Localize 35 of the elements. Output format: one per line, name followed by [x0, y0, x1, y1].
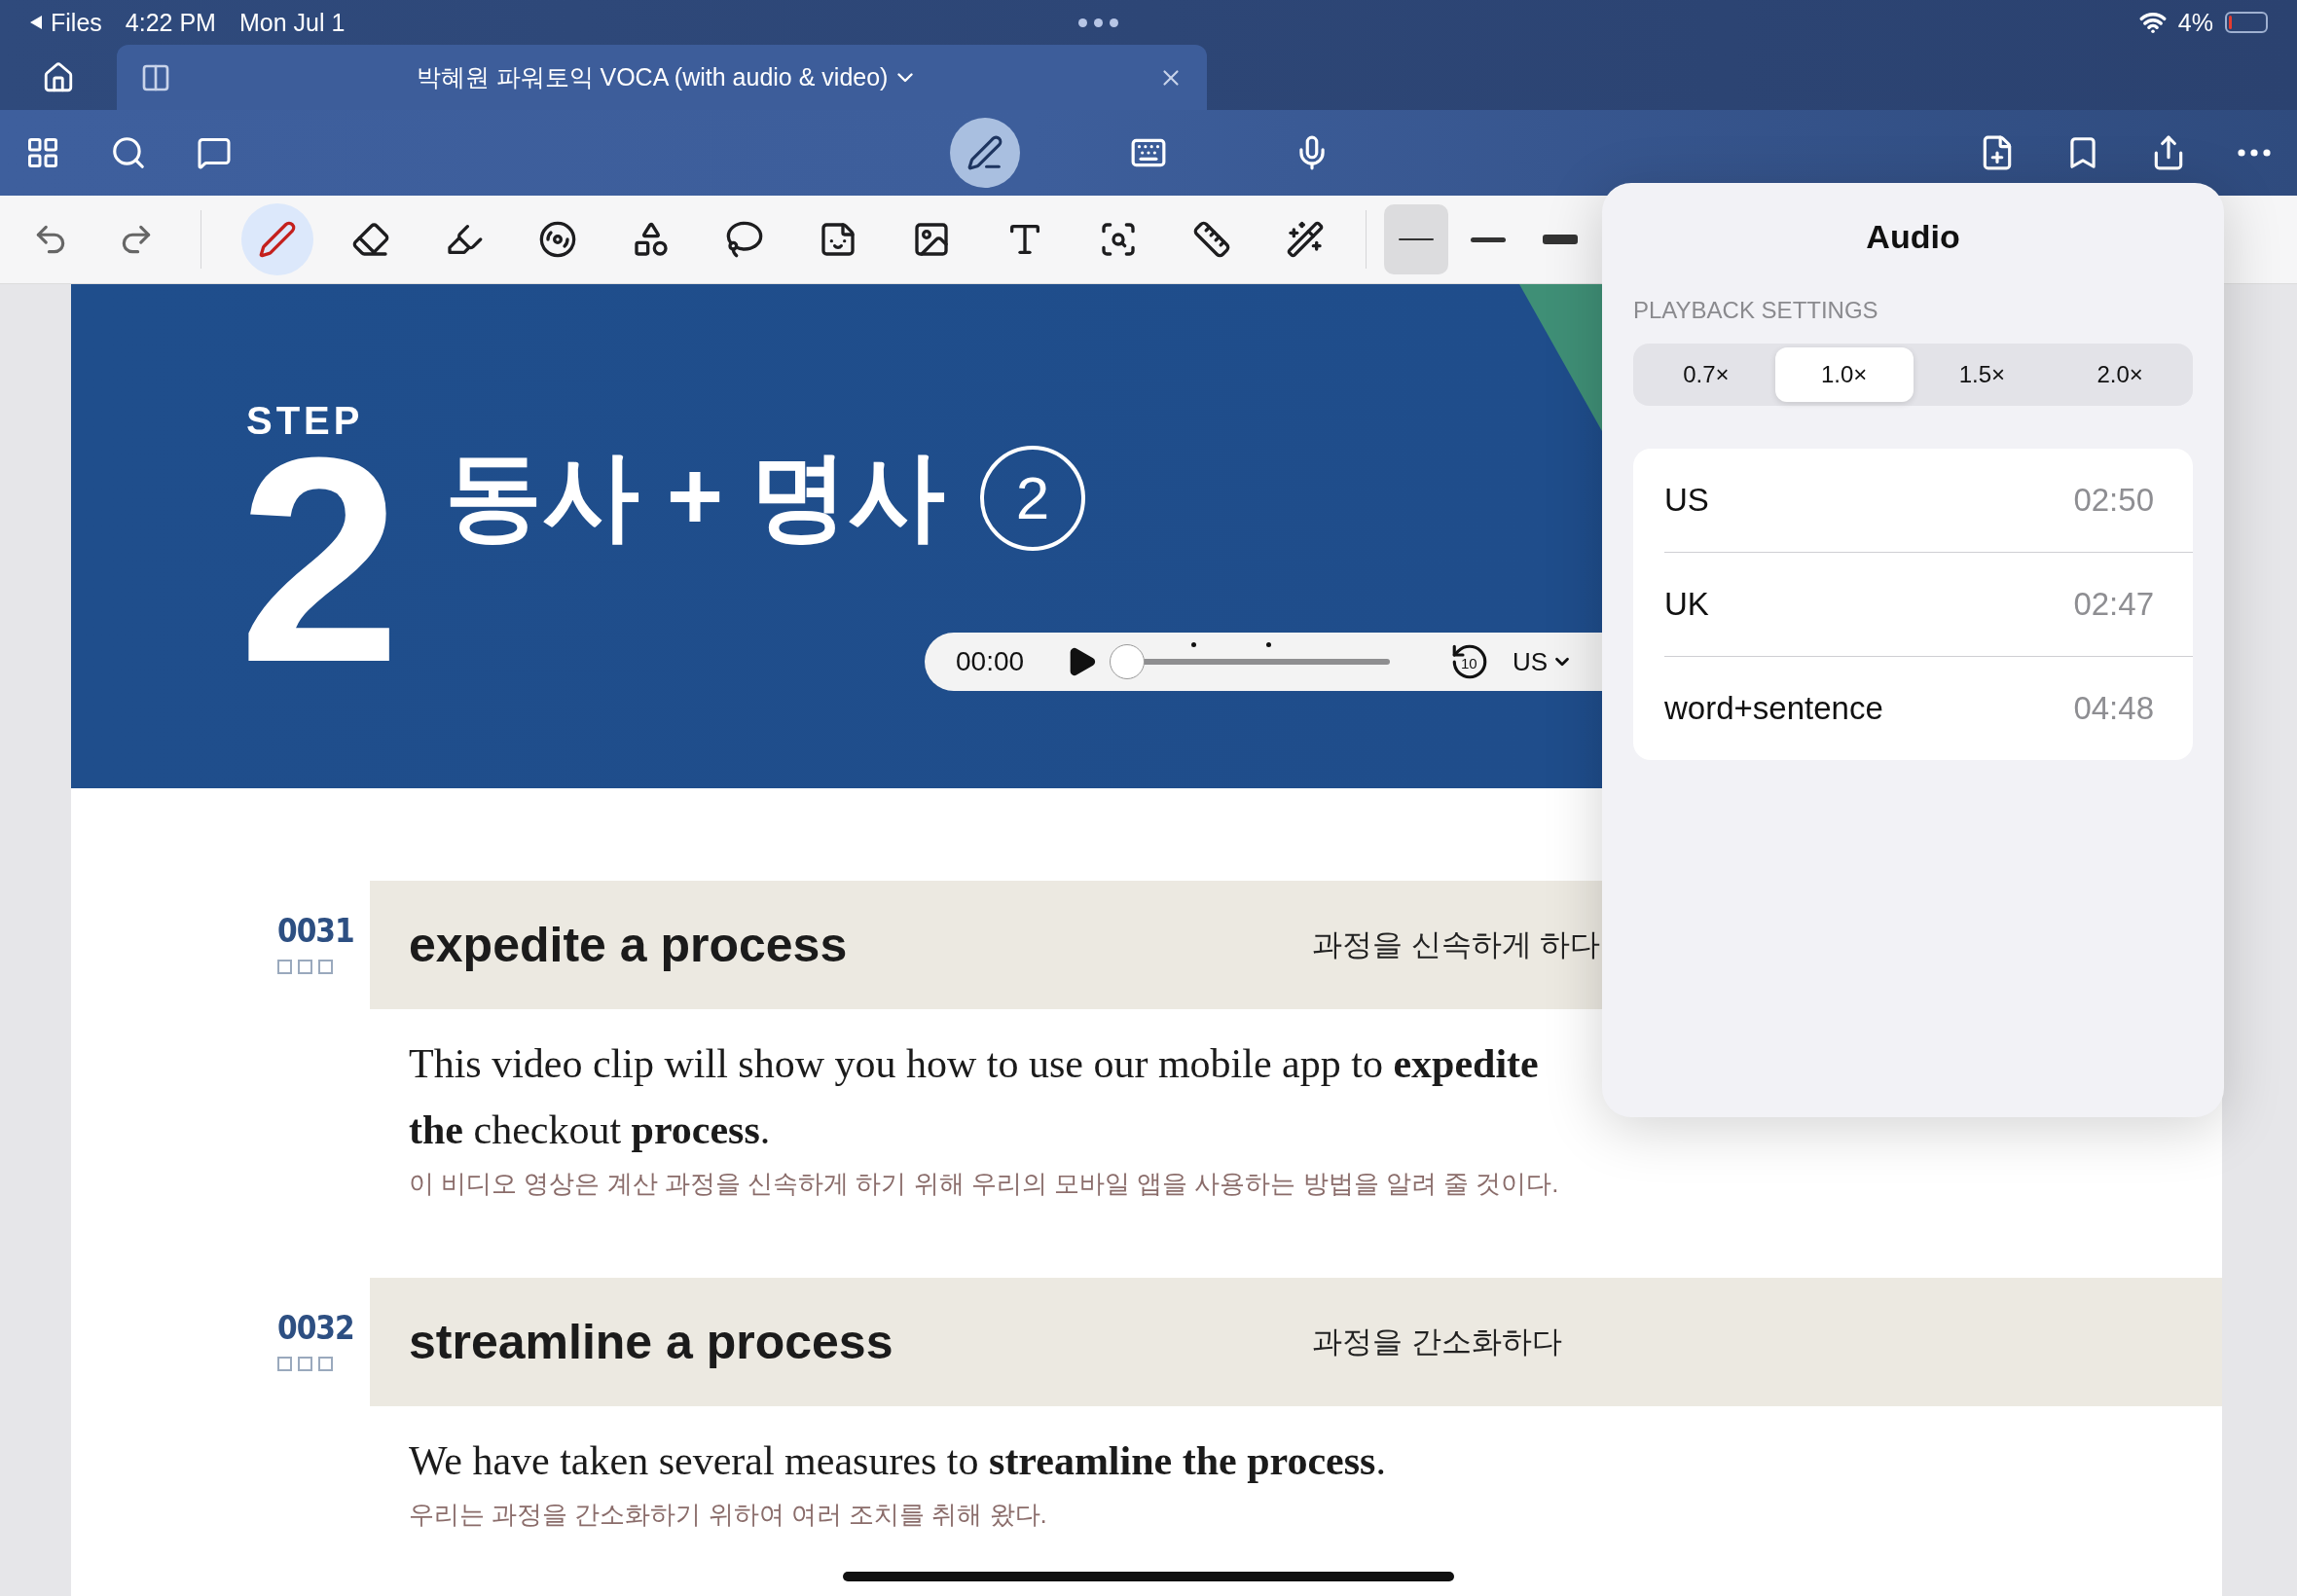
entry-number: 0031: [277, 912, 354, 950]
popover-title: Audio: [1866, 218, 1960, 256]
document-title[interactable]: 박혜원 파워토익 VOCA (with audio & video): [183, 60, 1147, 94]
track-duration: 04:48: [2073, 690, 2154, 727]
phrase-meaning: 과정을 간소화하다: [1312, 1324, 1563, 1360]
speed-option[interactable]: 2.0×: [2051, 347, 2189, 402]
track-name[interactable]: word+sentence: [1664, 690, 1883, 727]
status-date: Mon Jul 1: [238, 8, 346, 37]
sentence-translation: 우리는 과정을 간소화하기 위하여 여러 조치를 취해 왔다.: [409, 1499, 1047, 1531]
back-link[interactable]: Files: [51, 8, 102, 37]
speed-option[interactable]: 1.0×: [1774, 347, 1914, 402]
entry-number: 0032: [277, 1309, 354, 1347]
section-label: PLAYBACK SETTINGS: [1633, 297, 1879, 324]
phrase: streamline a process: [409, 1314, 894, 1370]
skip-back-button[interactable]: 10: [1448, 640, 1491, 683]
language-selector[interactable]: US: [1513, 646, 1574, 677]
document-tab[interactable]: 박혜원 파워토익 VOCA (with audio & video): [117, 45, 1207, 110]
track-name[interactable]: UK: [1664, 586, 1709, 623]
phrase: expedite a process: [409, 917, 849, 973]
speed-option[interactable]: 1.5×: [1913, 347, 2052, 402]
status-time: 4:22 PM: [125, 8, 216, 37]
phrase-meaning: 과정을 신속하게 하다: [1312, 926, 1602, 963]
sentence-translation: 이 비디오 영상은 계산 과정을 신속하게 하기 위해 우리의 모바일 앱을 사용하는 방법을 알려 줄 것이다.: [409, 1168, 1559, 1200]
example-sentence: This video clip will show you how to use our mobile app to expedite the checkout process.: [409, 1040, 1540, 1154]
step-label: STEP: [246, 399, 365, 443]
track-duration: 02:47: [2073, 586, 2154, 623]
speed-option[interactable]: 0.7×: [1637, 347, 1775, 402]
track-name[interactable]: US: [1664, 482, 1709, 519]
example-sentence: We have taken several measures to streamline the process.: [409, 1437, 1387, 1485]
track-duration: 02:50: [2073, 482, 2154, 519]
chapter-title: 동사 + 명사: [445, 440, 945, 552]
step-number: 2: [238, 443, 402, 676]
battery-percentage: 4%: [2177, 8, 2213, 37]
elapsed-time: 00:00: [956, 646, 1026, 677]
part-number: 2: [979, 445, 1085, 551]
